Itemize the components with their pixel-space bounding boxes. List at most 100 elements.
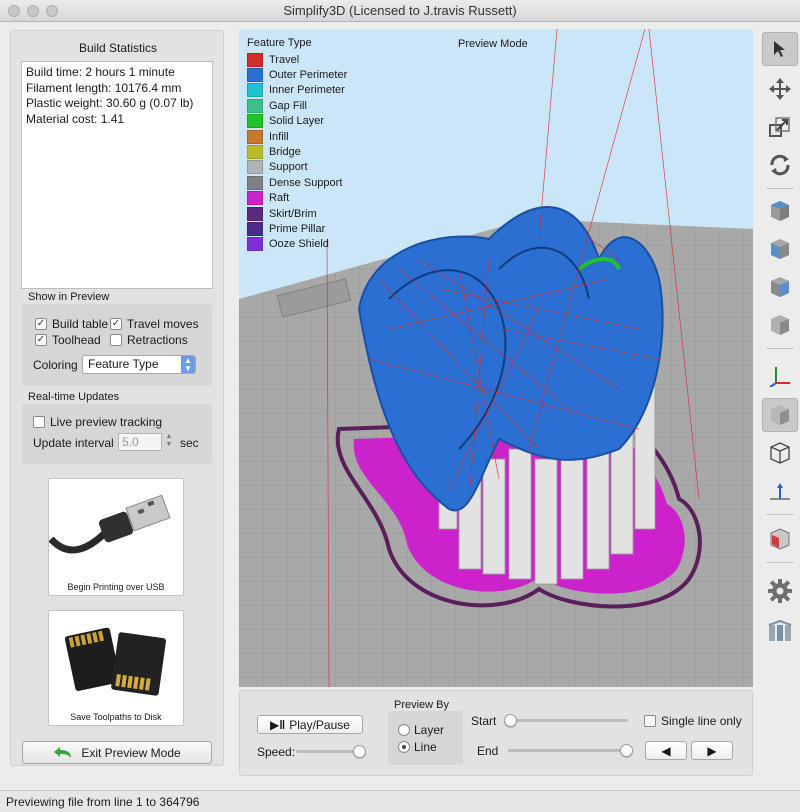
preview-by-group: Layer Line bbox=[388, 711, 463, 765]
legend-label: Solid Layer bbox=[269, 115, 325, 128]
coloring-select[interactable]: Feature Type ▲ ▼ bbox=[82, 355, 196, 374]
checkbox-check: ✓ bbox=[35, 318, 47, 330]
legend-item: Raft bbox=[247, 191, 347, 206]
build-statistics-title: Build Statistics bbox=[78, 41, 158, 55]
select-tool-icon[interactable] bbox=[762, 32, 798, 66]
single-line-checkbox[interactable]: Single line only bbox=[644, 714, 742, 728]
sd-caption: Save Toolpaths to Disk bbox=[70, 712, 162, 722]
checkbox-box bbox=[33, 416, 45, 428]
legend-item: Solid Layer bbox=[247, 114, 347, 129]
title-bar: Simplify3D (Licensed to J.travis Russett… bbox=[0, 0, 800, 22]
legend-swatch bbox=[247, 129, 263, 144]
legend-swatch bbox=[247, 98, 263, 113]
legend-item: Travel bbox=[247, 52, 347, 67]
axes-icon[interactable] bbox=[762, 358, 798, 392]
travel-moves-checkbox[interactable]: ✓ Travel moves bbox=[110, 317, 199, 331]
legend-title: Feature Type bbox=[247, 37, 312, 49]
speed-slider-knob[interactable] bbox=[353, 745, 366, 758]
live-preview-checkbox[interactable]: Live preview tracking bbox=[33, 415, 162, 429]
legend-item: Bridge bbox=[247, 144, 347, 160]
legend-label: Inner Perimeter bbox=[269, 84, 345, 97]
legend-swatch bbox=[247, 206, 263, 221]
usb-caption: Begin Printing over USB bbox=[67, 582, 165, 592]
solid-view-icon[interactable] bbox=[762, 398, 798, 432]
view-cube-top-icon[interactable] bbox=[762, 194, 798, 228]
legend-item: Support bbox=[247, 160, 347, 175]
checkbox-check: ✓ bbox=[35, 334, 47, 346]
wireframe-view-icon[interactable] bbox=[762, 436, 798, 470]
checkbox-box bbox=[110, 334, 122, 346]
status-text: Previewing file from line 1 to 364796 bbox=[6, 795, 200, 809]
legend-item: Outer Perimeter bbox=[247, 67, 348, 83]
start-label: Start bbox=[471, 714, 497, 728]
legend-label: Support bbox=[269, 161, 308, 174]
preview-viewport[interactable]: Feature Type Travel Outer Perimeter Inner … bbox=[239, 29, 753, 687]
status-bar: Previewing file from line 1 to 364796 bbox=[0, 790, 800, 812]
triangle-left-icon: ◀ bbox=[661, 743, 671, 758]
rotate-tool-icon[interactable] bbox=[762, 148, 798, 182]
step-forward-button[interactable]: ▶ bbox=[691, 741, 733, 760]
legend-label: Infill bbox=[269, 130, 289, 143]
stat-filament-length: Filament length: 10176.4 mm bbox=[26, 80, 182, 95]
stat-build-time: Build time: 2 hours 1 minute bbox=[26, 65, 175, 79]
legend-item: Prime Pillar bbox=[247, 221, 347, 236]
scale-tool-icon[interactable] bbox=[762, 110, 798, 144]
legend-item: Inner Perimeter bbox=[247, 83, 347, 98]
preview-by-line-radio[interactable]: Line bbox=[398, 740, 437, 754]
checkbox-box bbox=[644, 715, 656, 727]
legend-label: Dense Support bbox=[269, 176, 343, 189]
legend-label: Outer Perimeter bbox=[269, 69, 348, 82]
view-cube-left-icon[interactable] bbox=[762, 270, 798, 304]
sd-card-icon bbox=[64, 627, 166, 696]
toolbar-separator bbox=[766, 188, 794, 189]
end-slider-track[interactable] bbox=[508, 749, 626, 752]
feature-type-legend: Feature Type Travel Outer Perimeter Inner … bbox=[247, 37, 347, 252]
settings-gear-icon[interactable] bbox=[762, 574, 798, 608]
cross-section-icon[interactable] bbox=[762, 522, 798, 556]
view-cube-front-icon[interactable] bbox=[762, 232, 798, 266]
window-title: Simplify3D (Licensed to J.travis Russett… bbox=[283, 3, 517, 18]
begin-printing-usb-button[interactable]: Begin Printing over USB bbox=[48, 478, 184, 596]
toolbar-separator bbox=[766, 348, 794, 349]
back-arrow-icon bbox=[54, 746, 72, 758]
view-cube-right-icon[interactable] bbox=[762, 308, 798, 342]
update-interval-input[interactable]: 5.0 bbox=[118, 433, 162, 451]
start-slider-track[interactable] bbox=[510, 719, 628, 722]
build-table-checkbox[interactable]: ✓ Build table bbox=[35, 317, 108, 331]
legend-swatch bbox=[247, 237, 263, 252]
legend-label: Raft bbox=[269, 192, 290, 205]
legend-swatch bbox=[247, 221, 263, 236]
playback-controls: ▶‖ Play/Pause Speed: Preview By Layer Li… bbox=[239, 690, 753, 776]
triangle-right-icon: ▶ bbox=[707, 743, 717, 758]
preview-mode-label: Preview Mode bbox=[458, 38, 528, 50]
play-pause-button[interactable]: ▶‖ Play/Pause bbox=[257, 715, 363, 734]
show-in-preview-group: ✓ Build table ✓ Travel moves ✓ Toolhead … bbox=[22, 304, 212, 386]
interval-stepper-icon[interactable]: ▲ ▼ bbox=[164, 433, 174, 451]
legend-label: Ooze Shield bbox=[269, 238, 329, 251]
radio-indicator-selected bbox=[398, 741, 410, 753]
legend-item: Infill bbox=[247, 129, 347, 144]
stat-material-cost: Material cost: 1.41 bbox=[26, 111, 125, 126]
end-slider-knob[interactable] bbox=[620, 744, 633, 757]
legend-item: Ooze Shield bbox=[247, 237, 347, 252]
preview-by-layer-radio[interactable]: Layer bbox=[398, 723, 444, 737]
speed-label: Speed: bbox=[257, 745, 296, 759]
toolhead-checkbox[interactable]: ✓ Toolhead bbox=[35, 333, 101, 347]
step-back-button[interactable]: ◀ bbox=[645, 741, 687, 760]
legend-item: Dense Support bbox=[247, 175, 347, 190]
legend-swatch bbox=[247, 114, 263, 129]
legend-swatch bbox=[247, 191, 263, 206]
toolbar-separator bbox=[766, 562, 794, 563]
legend-swatch bbox=[247, 160, 263, 175]
normals-view-icon[interactable] bbox=[762, 474, 798, 508]
save-toolpaths-button[interactable]: Save Toolpaths to Disk bbox=[48, 610, 184, 726]
coloring-label: Coloring bbox=[33, 358, 78, 372]
machine-control-icon[interactable] bbox=[762, 614, 798, 648]
exit-preview-button[interactable]: Exit Preview Mode bbox=[22, 741, 212, 764]
retractions-checkbox[interactable]: Retractions bbox=[110, 333, 188, 347]
legend-label: Skirt/Brim bbox=[269, 207, 317, 220]
realtime-updates-label: Real-time Updates bbox=[28, 391, 120, 403]
start-slider-knob[interactable] bbox=[504, 714, 517, 727]
toolbar-separator bbox=[766, 514, 794, 515]
move-tool-icon[interactable] bbox=[762, 72, 798, 106]
